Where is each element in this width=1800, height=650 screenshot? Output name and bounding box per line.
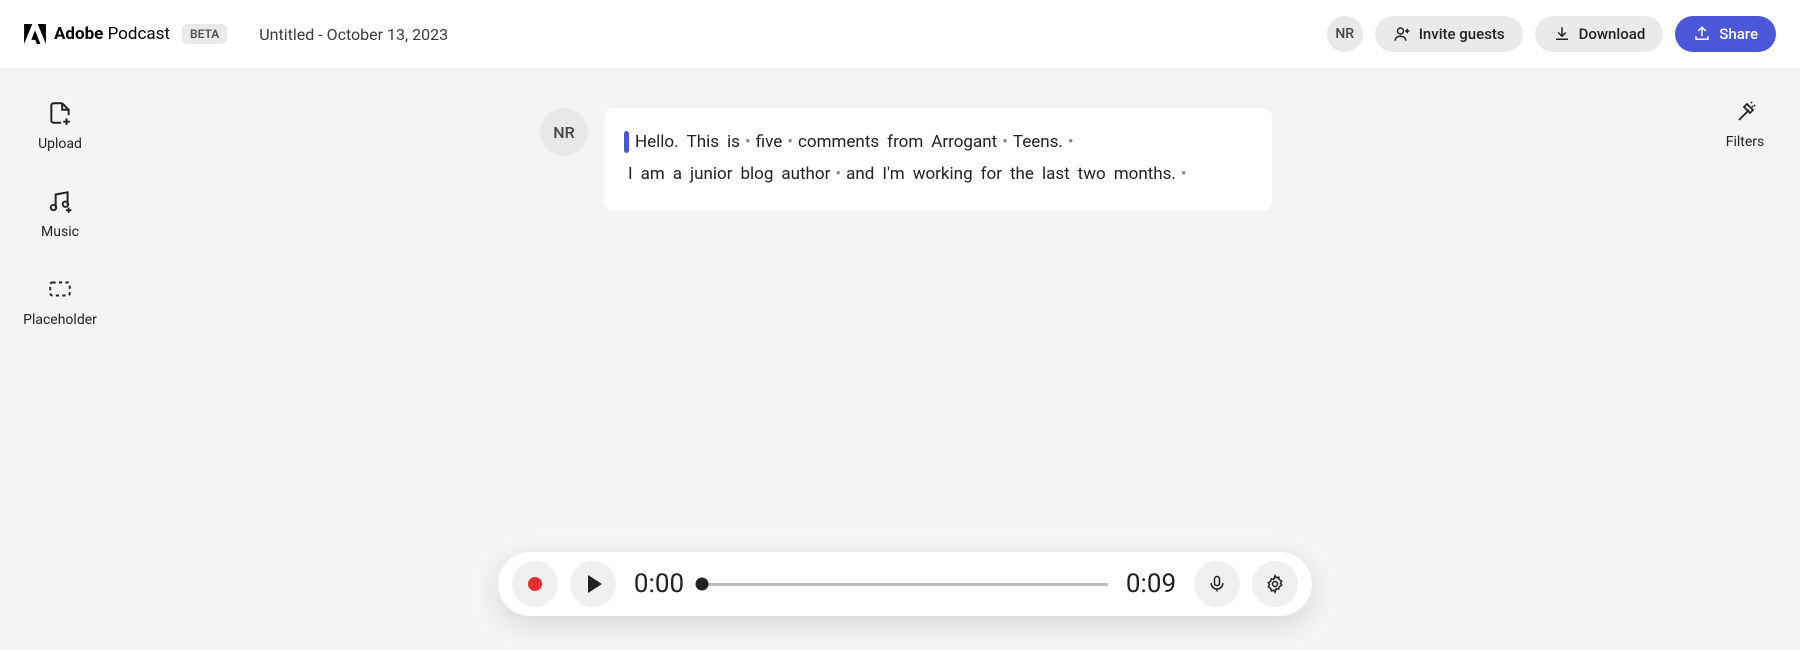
invite-guests-button[interactable]: Invite guests: [1375, 16, 1523, 52]
total-time: 0:09: [1120, 569, 1182, 599]
brand-text: Adobe Podcast: [54, 24, 170, 44]
transcript-word[interactable]: I: [624, 158, 637, 190]
transcript-word[interactable]: the: [1006, 158, 1038, 190]
speaker-avatar[interactable]: NR: [540, 108, 588, 156]
transcript-word[interactable]: two: [1074, 158, 1110, 190]
transcript-line-1[interactable]: Hello.Thisis•five•commentsfromArrogant•T…: [624, 126, 1252, 158]
editor-canvas: NR Hello.Thisis•five•commentsfromArrogan…: [120, 68, 1690, 650]
settings-button[interactable]: [1252, 561, 1298, 607]
track-line: [702, 583, 1108, 586]
transcript-word[interactable]: for: [977, 158, 1006, 190]
music-icon: [47, 188, 73, 214]
beta-badge: BETA: [182, 24, 227, 44]
transcript-word[interactable]: Arrogant: [927, 126, 1001, 158]
person-add-icon: [1393, 25, 1411, 43]
upload-tool[interactable]: Upload: [38, 100, 82, 152]
download-label: Download: [1579, 25, 1646, 43]
record-button[interactable]: [512, 561, 558, 607]
transcript-word[interactable]: I'm: [878, 158, 908, 190]
current-time: 0:00: [628, 569, 690, 599]
upload-label: Upload: [38, 136, 82, 152]
transcript-word[interactable]: This: [683, 126, 723, 158]
transcript-word[interactable]: five: [752, 126, 787, 158]
document-title[interactable]: Untitled - October 13, 2023: [259, 25, 448, 44]
invite-label: Invite guests: [1419, 25, 1505, 43]
timeline-track[interactable]: [702, 574, 1108, 594]
app-header: Adobe Podcast BETA Untitled - October 13…: [0, 0, 1800, 68]
adobe-logo-icon: [24, 24, 46, 44]
upload-icon: [47, 100, 73, 126]
transcript-word[interactable]: from: [883, 126, 927, 158]
transcript-line-2[interactable]: Iamajuniorblogauthor•andI'mworkingforthe…: [624, 158, 1252, 190]
right-toolbar: Filters: [1690, 68, 1800, 650]
placeholder-tool[interactable]: Placeholder: [23, 276, 97, 328]
playhead-knob[interactable]: [696, 578, 709, 591]
transcript-word[interactable]: a: [669, 158, 686, 190]
playhead-marker: [624, 131, 629, 153]
user-avatar[interactable]: NR: [1327, 16, 1363, 52]
transcript-word[interactable]: is: [723, 126, 744, 158]
transcript-word[interactable]: Hello.: [631, 126, 683, 158]
microphone-button[interactable]: [1194, 561, 1240, 607]
app-logo: Adobe Podcast BETA: [24, 24, 227, 44]
placeholder-icon: [47, 276, 73, 302]
gear-icon: [1265, 574, 1285, 594]
record-icon: [528, 577, 542, 591]
transcript-word[interactable]: Teens.: [1009, 126, 1067, 158]
transcript-block[interactable]: Hello.Thisis•five•commentsfromArrogant•T…: [604, 108, 1272, 211]
transcript-word[interactable]: months.: [1110, 158, 1180, 190]
placeholder-label: Placeholder: [23, 312, 97, 328]
download-icon: [1553, 25, 1571, 43]
share-button[interactable]: Share: [1675, 16, 1776, 52]
play-icon: [588, 575, 602, 593]
music-tool[interactable]: Music: [41, 188, 79, 240]
play-button[interactable]: [570, 561, 616, 607]
main-area: Upload Music Placeholder NR Hello.Thisis…: [0, 68, 1800, 650]
transcript-word[interactable]: comments: [794, 126, 883, 158]
pause-dot: •: [1180, 158, 1188, 190]
download-button[interactable]: Download: [1535, 16, 1664, 52]
microphone-icon: [1207, 574, 1227, 594]
player-bar: 0:00 0:09: [498, 552, 1312, 616]
left-toolbar: Upload Music Placeholder: [0, 68, 120, 650]
filters-icon: [1733, 100, 1757, 124]
transcript-word[interactable]: blog: [736, 158, 777, 190]
pause-dot: •: [1001, 126, 1009, 158]
transcript-word[interactable]: author: [777, 158, 834, 190]
filters-label: Filters: [1726, 134, 1765, 150]
pause-dot: •: [1067, 126, 1075, 158]
transcript-word[interactable]: am: [637, 158, 669, 190]
pause-dot: •: [786, 126, 794, 158]
share-icon: [1693, 25, 1711, 43]
transcript-word[interactable]: junior: [686, 158, 736, 190]
pause-dot: •: [744, 126, 752, 158]
transcript-word[interactable]: working: [909, 158, 977, 190]
share-label: Share: [1719, 25, 1758, 43]
transcript-word[interactable]: last: [1038, 158, 1074, 190]
music-label: Music: [41, 224, 79, 240]
transcript-word[interactable]: and: [842, 158, 878, 190]
pause-dot: •: [834, 158, 842, 190]
filters-tool[interactable]: Filters: [1726, 100, 1765, 150]
